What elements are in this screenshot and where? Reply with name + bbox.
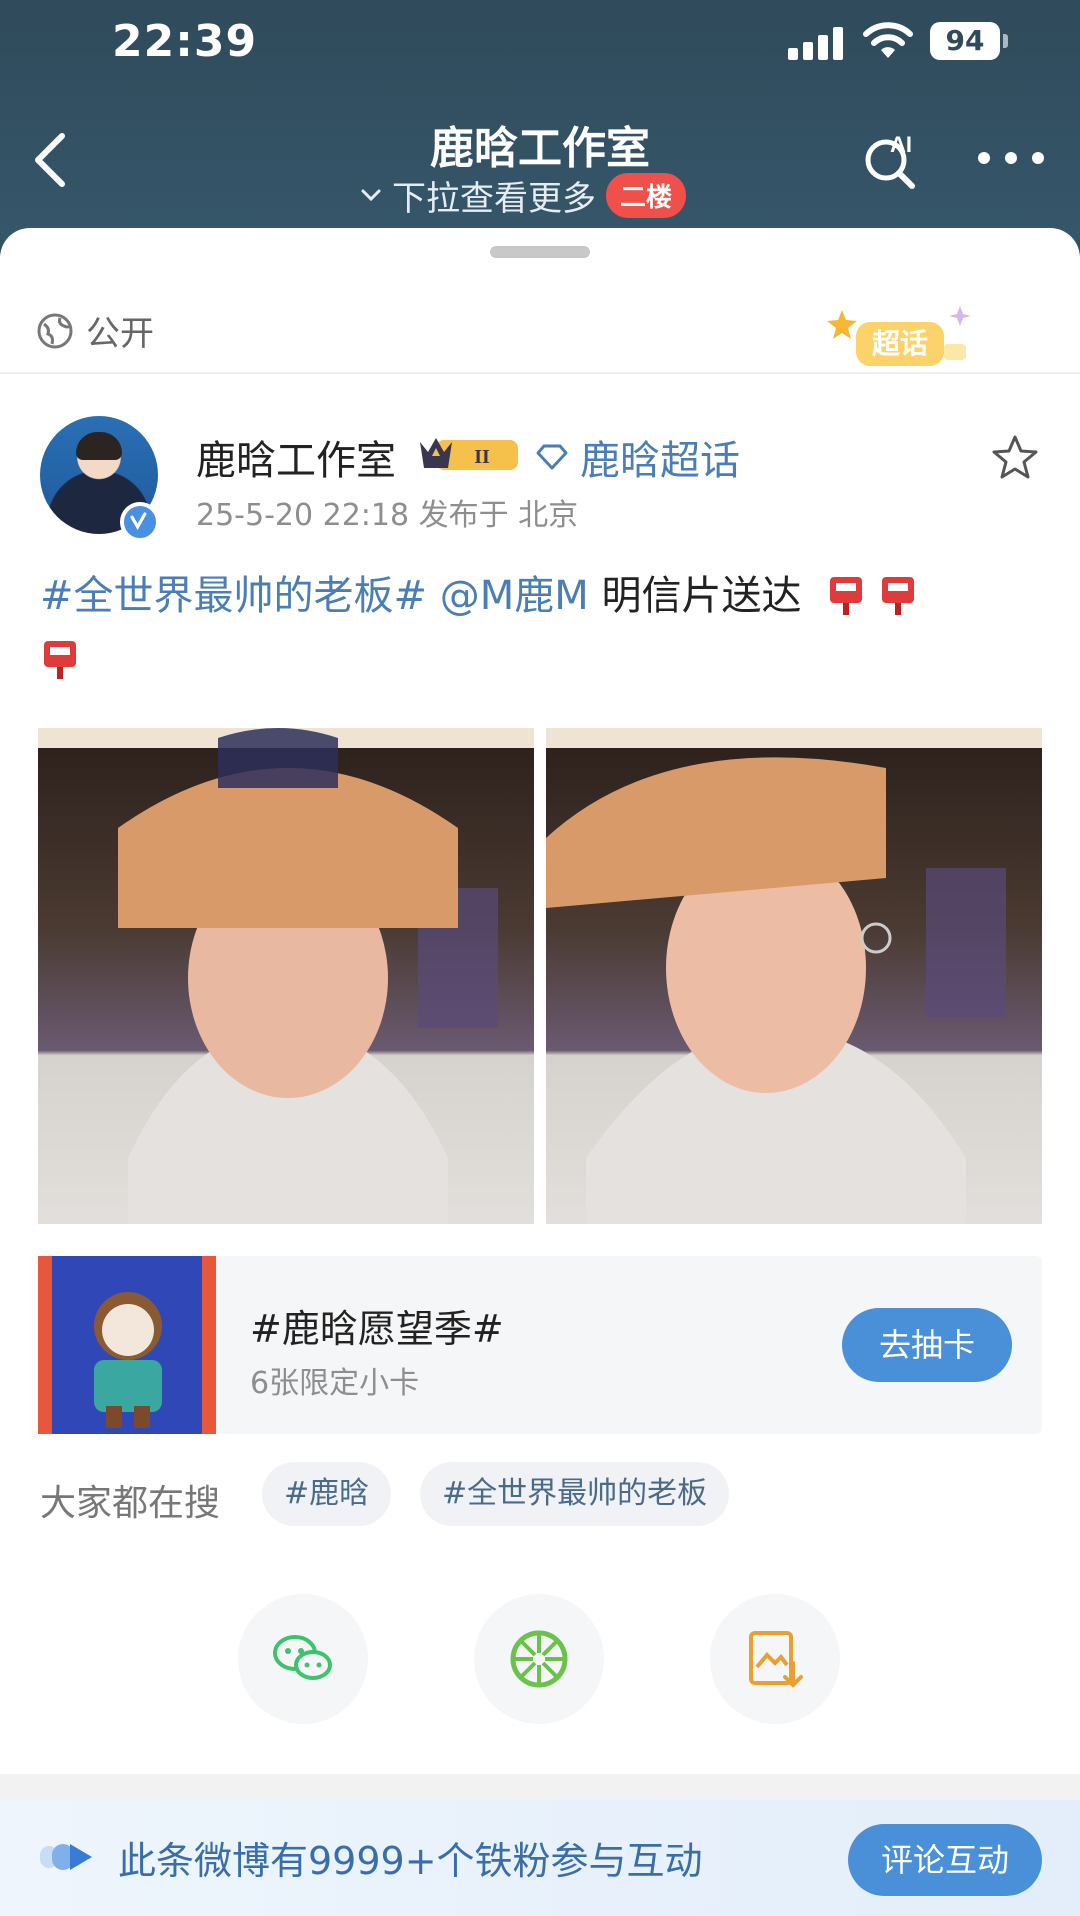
section-divider (0, 1774, 1080, 1800)
post-timestamp: 25-5-20 22:18 发布于 北京 (196, 498, 579, 533)
share-wechat-button[interactable] (238, 1594, 368, 1724)
pull-down-hint[interactable]: 下拉查看更多 二楼 (360, 170, 730, 220)
verified-icon (120, 502, 160, 542)
sheet-grabber[interactable] (490, 246, 590, 258)
card-title: #鹿晗愿望季# (250, 1307, 504, 1351)
top-header: 22:39 94 鹿晗工作室 下拉查看更多 二楼 AI (0, 0, 1080, 240)
share-moments-button[interactable] (474, 1594, 604, 1724)
cellular-signal-icon (788, 26, 844, 60)
fans-icon (40, 1844, 92, 1870)
more-options-icon[interactable] (978, 148, 1044, 168)
floor-badge: 二楼 (606, 172, 687, 218)
post-photo[interactable] (546, 728, 1042, 1224)
level-label: II (474, 446, 490, 468)
visibility-indicator: 公开 (36, 306, 154, 355)
trending-search-tag[interactable]: #全世界最帅的老板 (420, 1462, 730, 1526)
diamond-icon (536, 444, 568, 470)
fan-interaction-text: 此条微博有9999+个铁粉参与互动 (118, 1839, 703, 1883)
post-hashtag[interactable]: #全世界最帅的老板# (40, 573, 427, 619)
wifi-icon (863, 22, 913, 58)
post-mention[interactable]: @M鹿M (440, 573, 589, 619)
supertopic-badge[interactable]: 超话 (826, 296, 976, 376)
visibility-label: 公开 (86, 314, 154, 354)
save-image-icon (749, 1631, 803, 1688)
supertopic-link[interactable]: 鹿晗超话 (534, 428, 740, 486)
status-time: 22:39 (112, 16, 258, 67)
draw-card-button[interactable]: 去抽卡 (842, 1308, 1012, 1382)
post-photo[interactable] (38, 728, 534, 1224)
divider (0, 372, 1080, 374)
star-favorite-icon[interactable] (990, 432, 1040, 482)
card-subtitle: 6张限定小卡 (250, 1366, 420, 1401)
globe-icon (37, 313, 73, 348)
trending-search-label: 大家都在搜 (40, 1483, 221, 1524)
moments-aperture-icon (510, 1630, 568, 1688)
crown-level-badge[interactable]: II (418, 432, 522, 474)
post-body: #全世界最帅的老板# @M鹿M 明信片送达 (40, 564, 1040, 692)
trending-search-tag[interactable]: #鹿晗 (262, 1462, 392, 1526)
portrait-photo (38, 728, 534, 1224)
mailbox-emoji-icon (882, 577, 915, 615)
post-sheet: 公开 超话 鹿晗工作室 II 鹿晗超话 25-5-20 22:18 发布于 北京… (0, 228, 1080, 1916)
card-thumbnail (38, 1256, 216, 1434)
mailbox-emoji-icon (44, 641, 76, 679)
portrait-photo (546, 728, 1042, 1224)
pull-hint-label: 下拉查看更多 (392, 178, 596, 219)
supertopic-link-label: 鹿晗超话 (580, 438, 740, 484)
author-name[interactable]: 鹿晗工作室 (196, 428, 396, 486)
ai-label: AI (890, 132, 912, 157)
supertopic-label: 超话 (872, 327, 928, 360)
mailbox-emoji-icon (830, 577, 863, 615)
promo-card[interactable]: #鹿晗愿望季# 6张限定小卡 去抽卡 (38, 1256, 1042, 1434)
chevron-down-icon (361, 189, 381, 202)
fan-interaction-bar: 此条微博有9999+个铁粉参与互动 评论互动 (0, 1800, 1080, 1916)
wechat-icon (273, 1635, 332, 1680)
comment-interact-button[interactable]: 评论互动 (848, 1824, 1042, 1896)
battery-indicator: 94 (930, 22, 1008, 60)
save-image-button[interactable] (710, 1594, 840, 1724)
ai-search-icon[interactable]: AI (860, 128, 922, 190)
status-bar: 22:39 94 (0, 0, 1080, 90)
post-text: 明信片送达 (601, 573, 802, 619)
